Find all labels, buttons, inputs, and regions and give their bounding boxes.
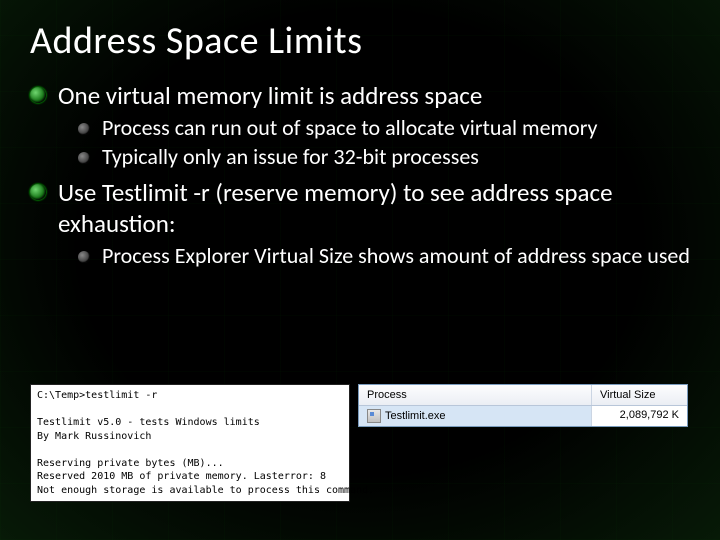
bullet-text: One virtual memory limit is address spac… [58,80,482,111]
process-name: Testlimit.exe [385,410,446,422]
cell-process: Testlimit.exe [359,406,592,426]
table-row: Testlimit.exe 2,089,792 K [359,406,687,426]
column-header-virtual-size: Virtual Size [592,385,687,405]
console-output: C:\Temp>testlimit -r Testlimit v5.0 - te… [30,384,350,502]
process-explorer-window: Process Virtual Size Testlimit.exe 2,089… [358,384,688,427]
slide: Address Space Limits One virtual memory … [0,0,720,540]
exe-icon [367,409,381,423]
bullet-text: Use Testlimit -r (reserve memory) to see… [58,177,613,239]
cell-virtual-size: 2,089,792 K [592,406,687,426]
sub-bullet-list: Process can run out of space to allocate… [78,115,690,171]
bullet-item: One virtual memory limit is address spac… [30,80,690,171]
column-header-process: Process [359,385,592,405]
sub-bullet-item: Process can run out of space to allocate… [78,115,690,142]
screenshot-region: C:\Temp>testlimit -r Testlimit v5.0 - te… [30,384,688,502]
table-header: Process Virtual Size [359,385,687,406]
sub-bullet-item: Process Explorer Virtual Size shows amou… [78,243,690,270]
bullet-list: One virtual memory limit is address spac… [30,80,690,270]
sub-bullet-list: Process Explorer Virtual Size shows amou… [78,243,690,270]
slide-title: Address Space Limits [30,18,690,64]
sub-bullet-item: Typically only an issue for 32-bit proce… [78,144,690,171]
bullet-item: Use Testlimit -r (reserve memory) to see… [30,177,690,270]
